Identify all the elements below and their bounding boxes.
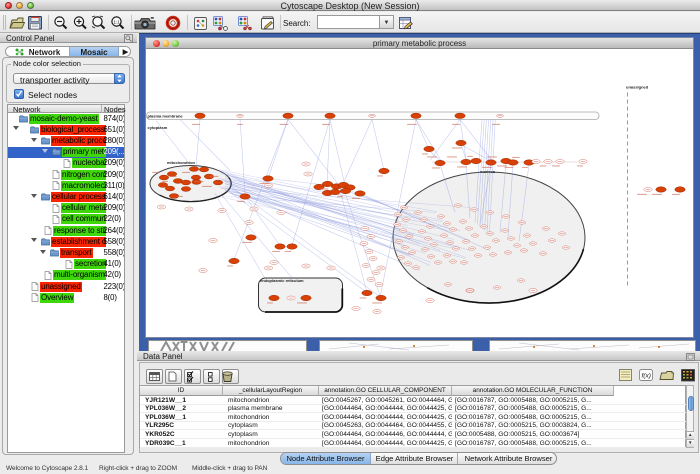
svg-text:unassigned: unassigned <box>626 84 649 89</box>
svg-text:mitochondrion: mitochondrion <box>167 160 196 165</box>
svg-text:f(x): f(x) <box>642 373 651 380</box>
svg-text:1:1: 1:1 <box>114 20 121 25</box>
svg-text:plasma membrane: plasma membrane <box>148 113 184 118</box>
svg-text:cytoplasm: cytoplasm <box>148 125 168 130</box>
svg-text:endoplasmic reticulum: endoplasmic reticulum <box>260 278 304 283</box>
